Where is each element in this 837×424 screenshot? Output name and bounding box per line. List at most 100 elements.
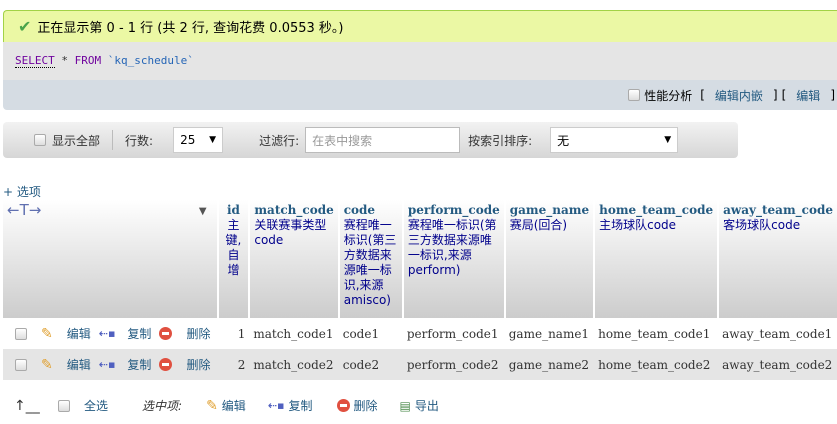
profiling-checkbox[interactable]: [628, 89, 641, 101]
row-checkbox[interactable]: [15, 358, 27, 371]
bracket: [: [700, 88, 705, 102]
column-name: game_name: [509, 203, 590, 217]
message-text: 正在显示第 0 - 1 行 (共 2 行, 查询花费 0.0553 秒。): [37, 21, 344, 36]
cell-code[interactable]: code2: [338, 349, 403, 380]
success-message: ✔ 正在显示第 0 - 1 行 (共 2 行, 查询花费 0.0553 秒。): [3, 10, 837, 42]
column-resize-icon[interactable]: ←T→: [7, 201, 41, 219]
column-name: home_team_code: [599, 203, 714, 217]
column-name: match_code: [254, 203, 334, 217]
column-comment: 客场球队code: [723, 218, 801, 232]
column-header-perform-code[interactable]: perform_code 赛程唯一标识(第三方数据来源唯一标识,来源perform…: [401, 200, 505, 318]
cell-home-team-code[interactable]: home_team_code1: [594, 318, 718, 349]
table-row: ✎ 编辑 ⇠▪ 复制 删除 1 match_code1 code1 perfor…: [3, 318, 837, 349]
query-info-bar: 性能分析 [ 编辑内嵌 ] [ 编辑 ]: [3, 80, 837, 110]
dropdown-arrow-icon[interactable]: ▼: [199, 204, 207, 219]
cell-game-name[interactable]: game_name1: [505, 318, 594, 349]
sql-select-link[interactable]: SELECT: [15, 54, 55, 68]
row-checkbox[interactable]: [15, 327, 27, 340]
cell-match-code[interactable]: match_code2: [249, 349, 339, 380]
rows-value: 25: [180, 133, 196, 147]
column-name: code: [343, 203, 376, 217]
column-header-code[interactable]: code 赛程唯一标识(第三方数据来源唯一标识,来源amisco): [337, 200, 403, 318]
row-copy-button[interactable]: 复制: [127, 356, 151, 373]
check-icon: ✔: [18, 17, 32, 36]
cell-away-team-code[interactable]: away_team_code2: [718, 349, 837, 380]
bracket: ]: [772, 88, 778, 102]
column-comment: 关联赛事类型code: [254, 218, 327, 247]
column-header-id[interactable]: id 主键,自增: [216, 200, 250, 318]
arrow-up-left-icon: ↑__: [14, 397, 40, 414]
actions-header: ←T→ ▼: [3, 200, 218, 318]
select-all-link[interactable]: 全选: [84, 397, 108, 414]
column-comment: 主场球队code: [599, 218, 677, 232]
select-all-checkbox[interactable]: [58, 399, 70, 412]
bulk-copy-button[interactable]: 复制: [288, 397, 312, 414]
row-delete-button[interactable]: 删除: [186, 356, 210, 373]
show-all-checkbox[interactable]: [34, 134, 46, 146]
edit-link[interactable]: 编辑: [796, 87, 820, 104]
cell-match-code[interactable]: match_code1: [249, 318, 338, 349]
column-header-game-name[interactable]: game_name 赛局(回合): [503, 200, 595, 318]
column-name: perform_code: [407, 203, 500, 217]
cell-code[interactable]: code1: [339, 318, 403, 349]
dropdown-icon: ▼: [209, 135, 217, 145]
bulk-export-button[interactable]: 导出: [415, 397, 439, 414]
edit-inline-link[interactable]: 编辑内嵌: [715, 87, 763, 104]
sort-label: 按索引排序:: [468, 133, 533, 148]
bulk-edit-button[interactable]: 编辑: [222, 397, 246, 414]
row-edit-button[interactable]: 编辑: [67, 356, 91, 373]
column-name: id: [226, 203, 240, 217]
column-header-away-team-code[interactable]: away_team_code 客场球队code: [717, 200, 837, 318]
copy-icon: ⇠▪: [98, 358, 116, 371]
cell-home-team-code[interactable]: home_team_code2: [594, 349, 719, 380]
column-comment: 赛局(回合): [509, 218, 568, 232]
row-delete-button[interactable]: 删除: [186, 325, 210, 342]
pencil-icon: ✎: [41, 325, 53, 342]
row-edit-button[interactable]: 编辑: [67, 325, 91, 342]
row-copy-button[interactable]: 复制: [127, 325, 151, 342]
divider: [112, 130, 114, 150]
cell-game-name[interactable]: game_name2: [504, 349, 595, 380]
delete-icon: [159, 327, 173, 340]
filter-label: 过滤行:: [259, 133, 300, 148]
cell-perform-code[interactable]: perform_code1: [403, 318, 505, 349]
pencil-icon: ✎: [206, 397, 218, 414]
cell-away-team-code[interactable]: away_team_code1: [718, 318, 837, 349]
column-comment: 赛程唯一标识(第三方数据来源唯一标识,来源amisco): [343, 218, 397, 307]
show-all-label: 显示全部: [52, 133, 101, 148]
cell-id[interactable]: 1: [218, 318, 250, 349]
sort-value: 无: [557, 133, 570, 148]
column-header-match-code[interactable]: match_code 关联赛事类型code: [248, 200, 339, 318]
sql-table: `kq_schedule`: [107, 54, 194, 67]
profiling-label: 性能分析: [644, 88, 693, 103]
cell-perform-code[interactable]: perform_code2: [402, 349, 505, 380]
sql-query: SELECT * FROM `kq_schedule`: [3, 42, 837, 80]
column-header-home-team-code[interactable]: home_team_code 主场球队code: [593, 200, 719, 318]
options-toggle[interactable]: + 选项: [3, 183, 41, 200]
column-comment: 赛程唯一标识(第三方数据来源唯一标识,来源perform): [407, 218, 497, 277]
sort-select[interactable]: 无 ▼: [550, 127, 679, 153]
rows-select[interactable]: 25 ▼: [173, 127, 224, 153]
copy-icon: ⇠▪: [267, 399, 285, 412]
delete-icon: [159, 358, 173, 371]
navigation-toolbar: 显示全部 行数: 25 ▼ 过滤行: 在表中搜索 按索引排序: 无 ▼: [3, 122, 738, 158]
sql-star: *: [61, 54, 68, 67]
filter-placeholder: 在表中搜索: [312, 133, 373, 148]
dropdown-icon: ▼: [664, 135, 672, 145]
export-icon: ▤: [399, 398, 411, 413]
table-row: ✎ 编辑 ⇠▪ 复制 删除 2 match_code2 code2 perfor…: [3, 349, 837, 380]
cell-id[interactable]: 2: [217, 349, 250, 380]
delete-icon: [336, 399, 350, 412]
pencil-icon: ✎: [41, 356, 53, 373]
column-comment: 主键,自增: [225, 218, 242, 277]
with-selected-label: 选中项:: [142, 399, 183, 413]
results-table: ←T→ ▼ id 主键,自增 match_code 关联赛事类型code code 赛…: [3, 200, 837, 380]
sql-from: FROM: [74, 54, 102, 67]
bulk-delete-button[interactable]: 删除: [354, 397, 378, 414]
rows-label: 行数:: [125, 133, 154, 148]
filter-input[interactable]: 在表中搜索: [305, 127, 461, 153]
copy-icon: ⇠▪: [98, 327, 116, 340]
bracket: [: [781, 88, 787, 102]
bulk-actions-bar: ↑__ 全选 选中项: ✎ 编辑 ⇠▪ 复制 删除 ▤ 导出: [14, 397, 439, 414]
column-name: away_team_code: [723, 203, 833, 217]
